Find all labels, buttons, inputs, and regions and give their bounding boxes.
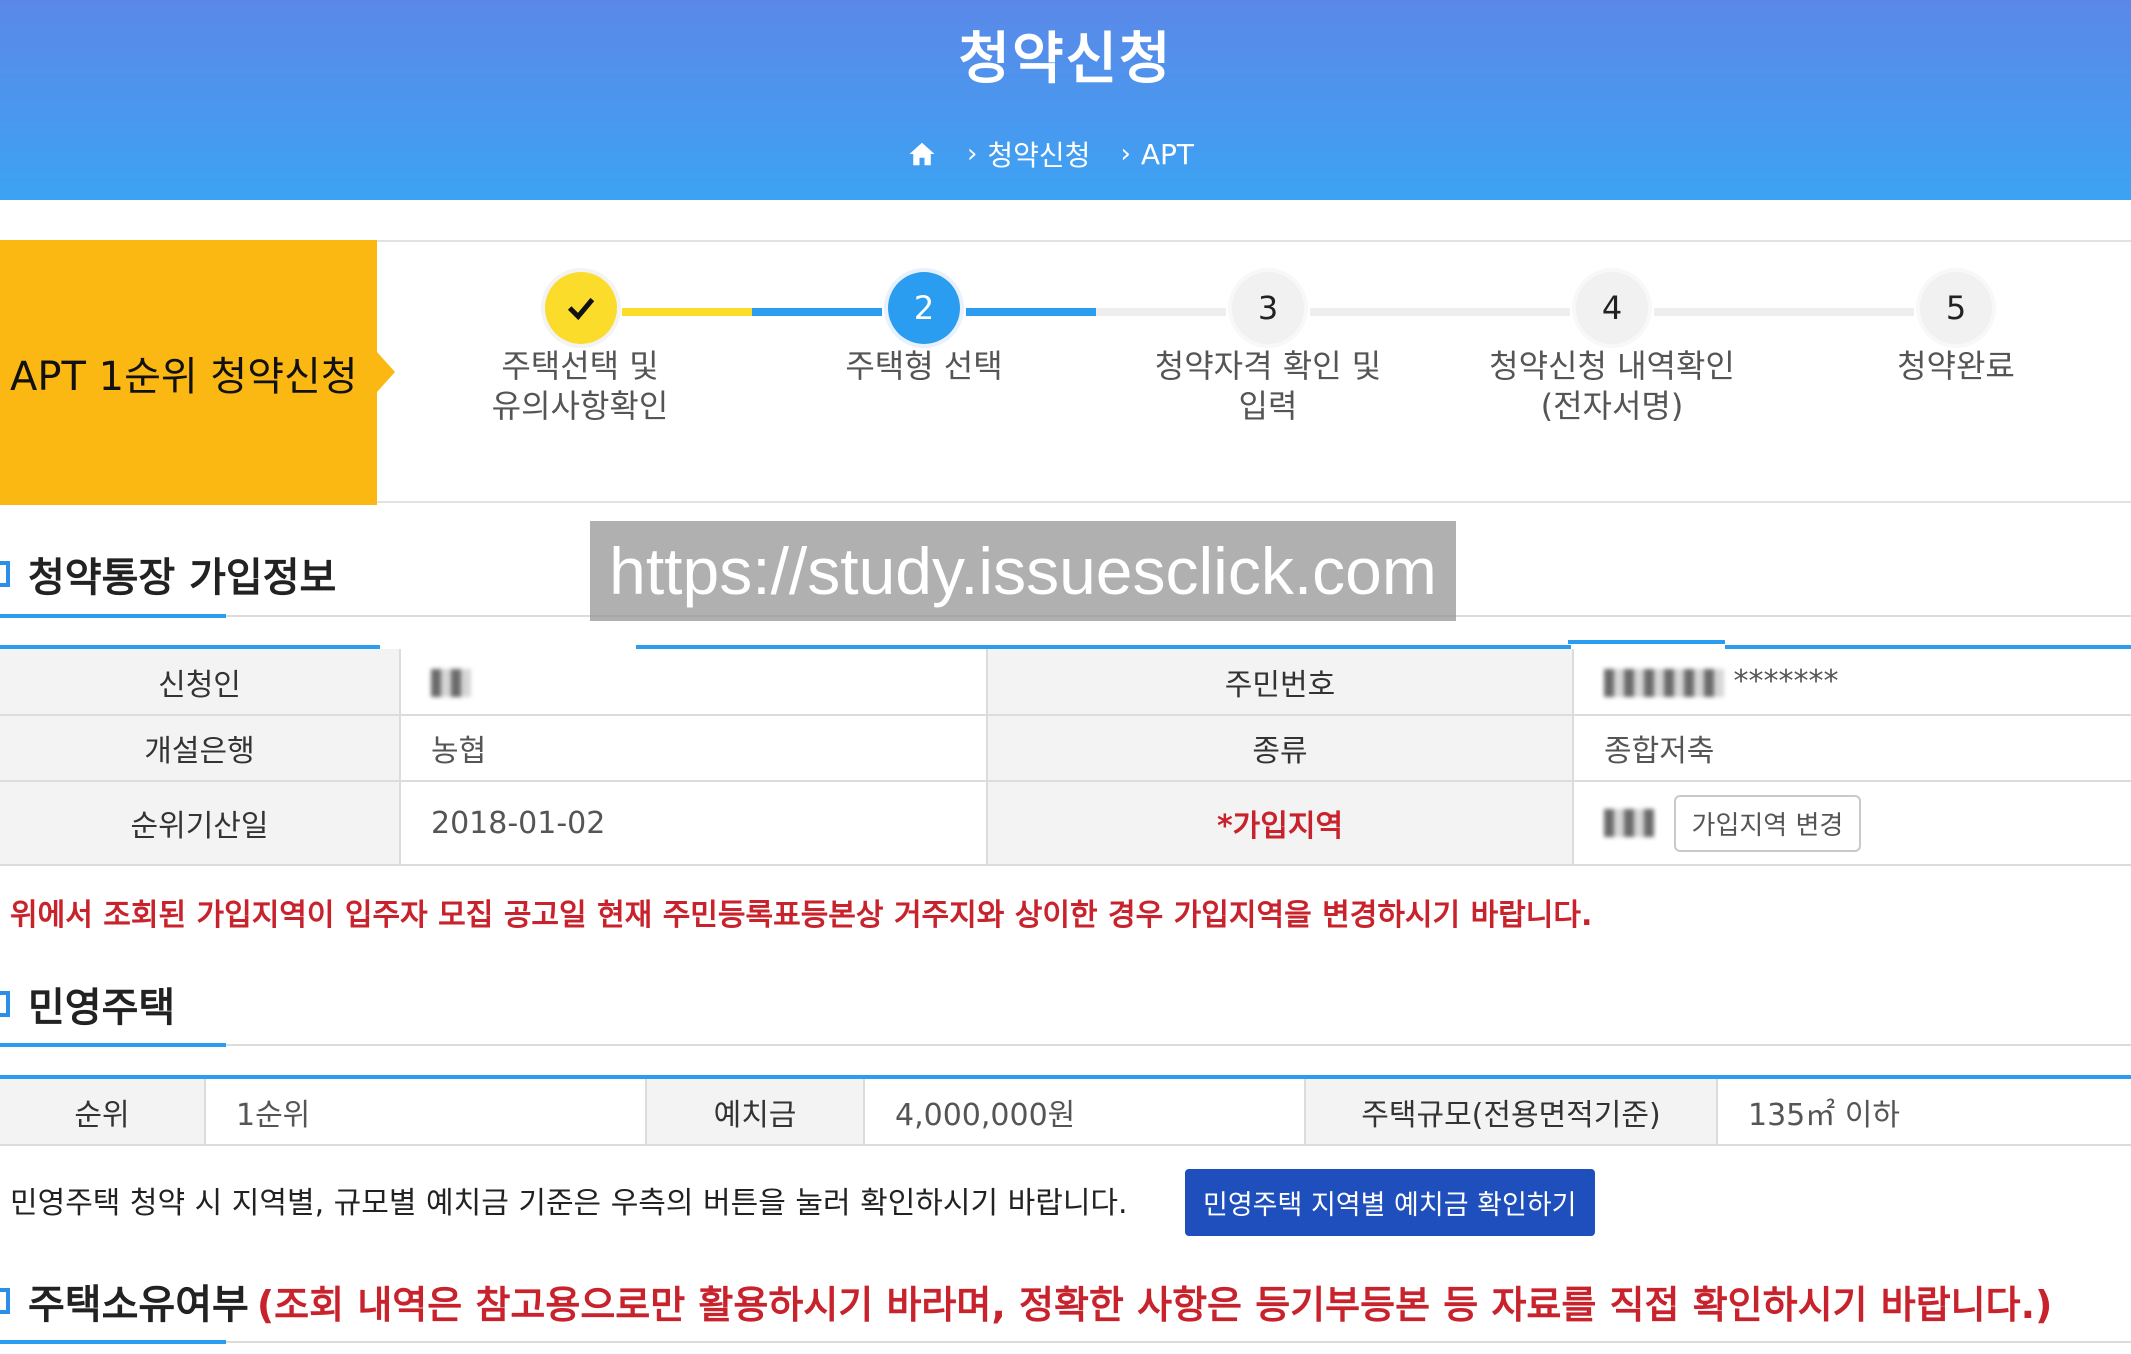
rank-label: 순위 (0, 1079, 206, 1146)
page-header: 청약신청 › 청약신청 › APT (0, 0, 2131, 200)
table-row: 순위기산일 2018-01-02 *가입지역 가입지역 변경 (0, 781, 2131, 866)
rank-value: 1순위 (205, 1079, 646, 1146)
table-row: 개설은행 농협 종류 종합저축 (0, 715, 2131, 782)
date-value: 2018-01-02 (400, 781, 987, 866)
deposit-label: 예치금 (645, 1079, 865, 1146)
section-underline (0, 614, 226, 618)
step-connector (1096, 308, 1226, 316)
region-label: *가입지역 (986, 781, 1574, 866)
step-connector (1310, 308, 1570, 316)
page-title: 청약신청 (958, 27, 1173, 92)
section-divider (226, 1044, 2131, 1046)
step-connector (966, 308, 1096, 316)
chevron-right-icon: › (1120, 139, 1131, 169)
chevron-right-icon: › (966, 139, 978, 169)
blurred-rrn (1604, 668, 1724, 697)
region-warning: 위에서 조회된 가입지역이 입주자 모집 공고일 현재 주민등록표등본상 거주지… (10, 898, 1593, 933)
table-row: 순위 1순위 예치금 4,000,000원 주택규모(전용면적기준) 135㎡ … (0, 1079, 2131, 1146)
blurred-region (1604, 809, 1654, 837)
step-3-label: 청약자격 확인 및 입력 (1154, 347, 1382, 425)
watermark: https://study.issuesclick.com (590, 521, 1456, 621)
type-label: 종류 (986, 715, 1574, 782)
home-icon[interactable] (907, 139, 937, 169)
breadcrumb-item-apt[interactable]: APT (1141, 138, 1194, 171)
step-5-circle: 5 (1920, 272, 1992, 344)
section-title-account: 청약통장 가입정보 (0, 545, 336, 603)
date-label: 순위기산일 (0, 781, 401, 866)
blurred-name (431, 668, 471, 697)
deposit-notice: 민영주택 청약 시 지역별, 규모별 예치금 기준은 우측의 버튼을 눌러 확인… (10, 1186, 1128, 1221)
step-2-circle: 2 (888, 272, 960, 344)
applicant-value (400, 649, 987, 716)
applicant-label: 신청인 (0, 649, 401, 716)
breadcrumb-item-apply[interactable]: 청약신청 (987, 134, 1090, 174)
breadcrumb: › 청약신청 › APT (0, 134, 2131, 174)
step-2-label: 주택형 선택 (845, 347, 1003, 385)
rrn-value: ******* (1573, 649, 2131, 716)
step-connector (622, 308, 752, 316)
step-progress-label: APT 1순위 청약신청 (0, 240, 395, 505)
type-value: 종합저축 (1573, 715, 2131, 782)
bank-label: 개설은행 (0, 715, 401, 782)
rrn-label: 주민번호 (986, 649, 1574, 716)
section-bullet-icon (0, 1288, 10, 1314)
section-underline (0, 1340, 226, 1344)
step-connector (1654, 308, 1914, 316)
step-5-label: 청약완료 (1897, 347, 2015, 385)
table-top-border (1568, 640, 1725, 644)
step-4-label: 청약신청 내역확인 (전자서명) (1489, 347, 1735, 425)
table-row: 신청인 주민번호 ******* (0, 649, 2131, 716)
account-info-table: 신청인 주민번호 ******* 개설은행 농협 종류 종합저축 순위기산일 2… (0, 649, 2131, 866)
bank-value: 농협 (400, 715, 987, 782)
step-4-circle: 4 (1576, 272, 1648, 344)
region-value: 가입지역 변경 (1573, 781, 2131, 866)
deposit-value: 4,000,000원 (864, 1079, 1305, 1146)
section-bullet-icon (0, 991, 10, 1017)
step-progress: APT 1순위 청약신청 주택선택 및 유의사항확인 2 주택형 선택 3 청약… (0, 240, 2131, 505)
change-region-button[interactable]: 가입지역 변경 (1673, 794, 1862, 852)
section-title-private: 민영주택 (0, 975, 175, 1033)
step-3-circle: 3 (1232, 272, 1304, 344)
check-deposit-button[interactable]: 민영주택 지역별 예치금 확인하기 (1185, 1169, 1595, 1236)
ownership-note: (조회 내역은 참고용으로만 활용하시기 바라며, 정확한 사항은 등기부등본 … (256, 1282, 2053, 1327)
step-1-check-icon (545, 272, 617, 344)
step-connector (752, 308, 882, 316)
section-underline (0, 1043, 226, 1047)
section-divider (226, 1341, 2131, 1343)
size-label: 주택규모(전용면적기준) (1304, 1079, 1718, 1146)
section-title-ownership: 주택소유여부 (조회 내역은 참고용으로만 활용하시기 바라며, 정확한 사항은… (0, 1272, 2052, 1330)
step-1-label: 주택선택 및 유의사항확인 (491, 347, 669, 425)
size-value: 135㎡ 이하 (1717, 1079, 2131, 1146)
section-bullet-icon (0, 561, 10, 587)
private-housing-table: 순위 1순위 예치금 4,000,000원 주택규모(전용면적기준) 135㎡ … (0, 1079, 2131, 1146)
